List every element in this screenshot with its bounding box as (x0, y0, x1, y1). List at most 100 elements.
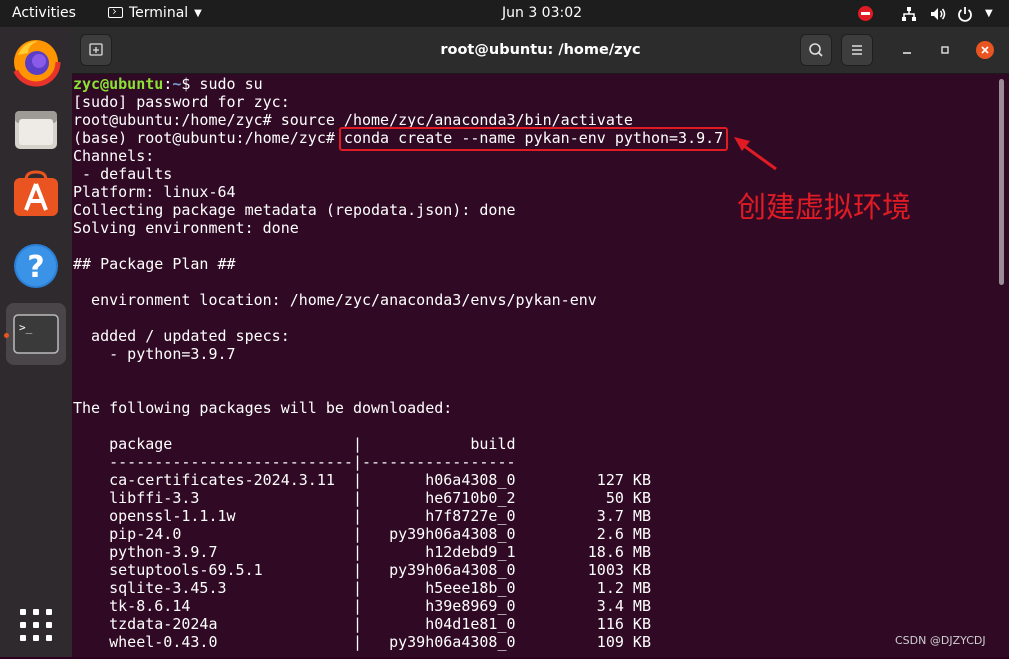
show-applications-icon (20, 609, 52, 641)
terminal-line: tzdata-2024a | h04d1e81_0 116 KB (73, 615, 723, 633)
maximize-icon (941, 46, 949, 54)
search-button[interactable] (800, 34, 832, 66)
watermark: CSDN @DJZYCDJ (895, 634, 986, 647)
volume-icon[interactable] (929, 5, 947, 23)
do-not-disturb-icon[interactable] (858, 6, 873, 21)
running-indicator (4, 333, 9, 338)
terminal-text: wheel-0.43.0 | py39h06a4308_0 109 KB (73, 633, 651, 651)
terminal-line: openssl-1.1.1w | h7f8727e_0 3.7 MB (73, 507, 723, 525)
dock-show-applications[interactable] (6, 593, 66, 655)
dock-files[interactable] (6, 97, 66, 159)
terminal-line: zyc@ubuntu:~$ sudo su (73, 75, 723, 93)
terminal-line: tk-8.6.14 | h39e8969_0 3.4 MB (73, 597, 723, 615)
terminal-text: tk-8.6.14 | h39e8969_0 3.4 MB (73, 597, 651, 615)
terminal-text: python-3.9.7 | h12debd9_1 18.6 MB (73, 543, 651, 561)
files-icon (15, 111, 57, 149)
firefox-icon (11, 37, 61, 87)
dock-terminal[interactable]: >_ (6, 303, 66, 365)
terminal-text: environment location: /home/zyc/anaconda… (73, 291, 597, 309)
terminal-text: The following packages will be downloade… (73, 399, 453, 417)
terminal-text: zyc@ubuntu (73, 75, 164, 93)
terminal-line: ca-certificates-2024.3.11 | h06a4308_0 1… (73, 471, 723, 489)
terminal-line: Solving environment: done (73, 219, 723, 237)
terminal-line: sqlite-3.45.3 | h5eee18b_0 1.2 MB (73, 579, 723, 597)
terminal-text: sqlite-3.45.3 | h5eee18b_0 1.2 MB (73, 579, 651, 597)
terminal-line: ## Package Plan ## (73, 255, 723, 273)
terminal-output[interactable]: zyc@ubuntu:~$ sudo su [sudo] password for… (73, 75, 723, 651)
top-bar: Activities Terminal ▼ Jun 3 03:02 ▼ (0, 0, 1009, 27)
terminal-text: ## Package Plan ## (73, 255, 236, 273)
app-menu-button[interactable]: Terminal ▼ (108, 0, 202, 27)
terminal-text: $ sudo su (181, 75, 263, 93)
terminal-icon: >_ (13, 314, 59, 354)
terminal-text: ca-certificates-2024.3.11 | h06a4308_0 1… (73, 471, 651, 489)
terminal-line: - defaults (73, 165, 723, 183)
terminal-line: python-3.9.7 | h12debd9_1 18.6 MB (73, 543, 723, 561)
terminal-text: Solving environment: done (73, 219, 299, 237)
terminal-text: ---------------------------|------------… (73, 453, 516, 471)
terminal-line: - python=3.9.7 (73, 345, 723, 363)
terminal-line: ---------------------------|------------… (73, 453, 723, 471)
terminal-text: libffi-3.3 | he6710b0_2 50 KB (73, 489, 651, 507)
terminal-line: added / updated specs: (73, 327, 723, 345)
svg-text:>_: >_ (19, 321, 33, 334)
terminal-text: added / updated specs: (73, 327, 290, 345)
terminal-text: pip-24.0 | py39h06a4308_0 2.6 MB (73, 525, 651, 543)
terminal-text: tzdata-2024a | h04d1e81_0 116 KB (73, 615, 651, 633)
menu-button[interactable] (841, 34, 873, 66)
dock-firefox[interactable] (6, 31, 66, 93)
window-header-bar: root@ubuntu: /home/zyc (72, 27, 1009, 74)
power-icon[interactable] (956, 5, 974, 23)
terminal-text: package | build (73, 435, 516, 453)
annotation-arrow-icon (734, 137, 777, 171)
terminal-line: [sudo] password for zyc: (73, 93, 723, 111)
terminal-text: Channels: (73, 147, 155, 165)
terminal-text: Collecting package metadata (repodata.js… (73, 201, 516, 219)
help-icon: ? (14, 244, 58, 288)
close-button[interactable] (976, 41, 994, 59)
dock: ? >_ (0, 27, 72, 657)
dock-app-center[interactable] (6, 164, 66, 226)
terminal-text: Platform: linux-64 (73, 183, 236, 201)
terminal-window: root@ubuntu: /home/zyc zyc@ubuntu:~$ sud… (72, 27, 1009, 657)
terminal-line: package | build (73, 435, 723, 453)
terminal-line: The following packages will be downloade… (73, 399, 723, 417)
network-icon[interactable] (900, 5, 918, 23)
app-center-icon (14, 170, 58, 216)
command-highlight-box (339, 127, 728, 151)
terminal-text: openssl-1.1.1w | h7f8727e_0 3.7 MB (73, 507, 651, 525)
terminal-text: - defaults (73, 165, 173, 183)
terminal-line: environment location: /home/zyc/anaconda… (73, 291, 723, 309)
terminal-line: libffi-3.3 | he6710b0_2 50 KB (73, 489, 723, 507)
system-menu-chevron-icon[interactable]: ▼ (985, 0, 993, 27)
search-icon (809, 43, 823, 57)
dock-help[interactable]: ? (6, 233, 66, 295)
minimize-icon (903, 52, 911, 54)
terminal-app-icon (108, 7, 123, 18)
terminal-line: Platform: linux-64 (73, 183, 723, 201)
app-menu-label: Terminal (129, 5, 189, 21)
svg-text:?: ? (27, 250, 44, 285)
terminal-text: setuptools-69.5.1 | py39h06a4308_0 1003 … (73, 561, 651, 579)
terminal-line: wheel-0.43.0 | py39h06a4308_0 109 KB (73, 633, 723, 651)
clock[interactable]: Jun 3 03:02 (502, 0, 582, 27)
chevron-down-icon: ▼ (194, 8, 202, 19)
close-icon (981, 46, 989, 54)
maximize-button[interactable] (936, 41, 954, 59)
hamburger-menu-icon (852, 45, 862, 55)
scrollbar-thumb[interactable] (999, 79, 1004, 285)
terminal-line: pip-24.0 | py39h06a4308_0 2.6 MB (73, 525, 723, 543)
terminal-text: : (163, 75, 173, 93)
terminal-line: setuptools-69.5.1 | py39h06a4308_0 1003 … (73, 561, 723, 579)
activities-button[interactable]: Activities (12, 0, 76, 27)
terminal-text: - python=3.9.7 (73, 345, 236, 363)
terminal-text: [sudo] password for zyc: (73, 93, 290, 111)
minimize-button[interactable] (898, 41, 916, 59)
annotation-label: 创建虚拟环境 (737, 190, 912, 224)
